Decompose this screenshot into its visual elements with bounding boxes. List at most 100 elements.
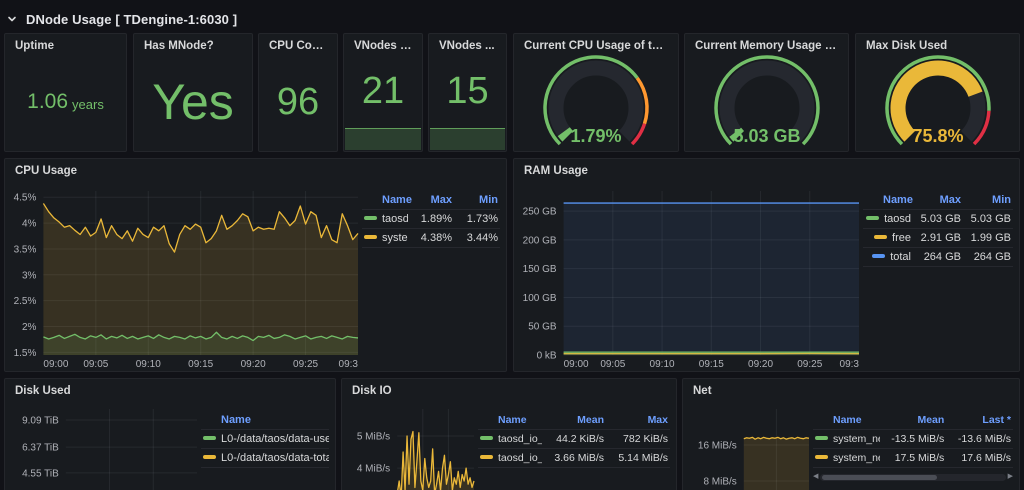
legend-row: total264 GB264 GB — [863, 248, 1013, 267]
legend-series-name[interactable]: taosd — [884, 213, 911, 225]
dashboard-row-header[interactable]: DNode Usage [ TDengine-1:6030 ] — [6, 8, 237, 30]
legend-column-header[interactable]: Max — [408, 191, 454, 210]
cpu-usage-plot[interactable]: 4.5%4%3.5%3%2.5%2%1.5%09:0009:0509:1009:… — [11, 185, 362, 371]
gauge-value-text: 1.79% — [570, 126, 621, 146]
y-axis-tick-label: 150 GB — [523, 264, 557, 275]
x-axis-tick-label: 09:20 — [748, 359, 773, 370]
row-title: DNode Usage [ TDengine-1:6030 ] — [26, 12, 237, 27]
y-axis-tick-label: 6.37 TiB — [22, 443, 59, 454]
panel-title[interactable]: Disk Used — [5, 379, 335, 403]
legend-column-header[interactable]: Mean — [542, 411, 606, 430]
legend-series-name[interactable]: free — [892, 232, 911, 244]
y-axis-tick-label: 0 kB — [537, 351, 557, 362]
legend-series-name[interactable]: system_net_out — [833, 452, 880, 464]
stat-unit: years — [72, 91, 104, 112]
legend-value: -13.5 MiB/s — [880, 430, 947, 449]
legend-series-name[interactable]: taosd — [382, 213, 408, 225]
panel-title[interactable]: Disk IO — [342, 379, 676, 403]
legend-column-header[interactable]: Mean — [880, 411, 947, 430]
x-axis-tick-label: 09:15 — [188, 359, 213, 370]
legend-value: 5.03 GB — [913, 210, 963, 229]
legend-value: 264 GB — [913, 248, 963, 267]
legend-column-header[interactable]: Name — [863, 191, 913, 210]
legend-column-header[interactable]: Last * — [946, 411, 1013, 430]
legend-row: taosd_io_read44.2 KiB/s782 KiB/s — [478, 430, 670, 449]
panel-title[interactable]: CPU Usage — [5, 159, 506, 183]
legend-column-header[interactable]: Min — [454, 191, 500, 210]
legend-value: 2.91 GB — [913, 229, 963, 248]
legend-value: 3.44% — [454, 229, 500, 248]
series-color-swatch — [866, 216, 879, 220]
legend-column-header[interactable]: Max — [913, 191, 963, 210]
legend-series-name[interactable]: L0-/data/taos/data-total — [221, 452, 329, 464]
panel-title[interactable]: RAM Usage — [514, 159, 1019, 183]
panel-net-chart: Net 16 MiB/s8 MiB/s0 B/s NameMeanLast * s… — [682, 378, 1020, 490]
panel-current-cpu-usage: Current CPU Usage of taosd 1.79% — [513, 33, 679, 152]
legend-row: system_net_out17.5 MiB/s17.6 MiB/s — [813, 449, 1013, 468]
chevron-down-icon[interactable] — [6, 13, 18, 25]
legend-column-header[interactable]: Name — [201, 411, 329, 430]
scrollbar-track[interactable] — [820, 474, 1005, 481]
legend-series-name[interactable]: taosd_io_read — [498, 433, 542, 445]
x-axis-tick-label: 09:05 — [83, 359, 108, 370]
scroll-left-arrow[interactable]: ◀ — [813, 473, 818, 481]
legend-series-name[interactable]: taosd_io_write — [498, 452, 542, 464]
ram-usage-plot[interactable]: 250 GB200 GB150 GB100 GB50 GB0 kB09:0009… — [520, 185, 863, 371]
y-axis-tick-label: 4% — [22, 219, 37, 230]
x-axis-tick-label: 09:20 — [241, 359, 266, 370]
stat-sparkline — [345, 128, 421, 150]
disk-used-gauge: 75.8% — [863, 50, 1013, 153]
disk-io-plot[interactable]: 5 MiB/s4 MiB/s3 MiB/s — [348, 405, 478, 490]
gauge-value-text: 5.03 GB — [733, 126, 800, 146]
scrollbar-thumb[interactable] — [822, 475, 937, 480]
series-fill-system_net_out — [744, 437, 809, 490]
legend-series-name[interactable]: system — [382, 232, 408, 244]
y-axis-tick-label: 4 MiB/s — [357, 464, 390, 475]
y-axis-tick-label: 9.09 TiB — [22, 416, 59, 427]
legend-series-name[interactable]: L0-/data/taos/data-used — [221, 433, 329, 445]
legend-column-header[interactable]: Name — [362, 191, 408, 210]
legend-value: 44.2 KiB/s — [542, 430, 606, 449]
legend-column-header[interactable]: Name — [813, 411, 880, 430]
y-axis-tick-label: 250 GB — [523, 207, 557, 218]
legend-row: L0-/data/taos/data-total — [201, 449, 329, 468]
legend-row: system4.38%3.44% — [362, 229, 500, 248]
legend-column-header[interactable]: Name — [478, 411, 542, 430]
stat-value: 1.06 — [27, 91, 68, 112]
legend-value: 782 KiB/s — [606, 430, 670, 449]
legend-row: free2.91 GB1.99 GB — [863, 229, 1013, 248]
panel-has-mnode: Has MNode? Yes — [133, 33, 253, 152]
series-color-swatch — [203, 436, 216, 440]
y-axis-tick-label: 4.55 TiB — [22, 468, 59, 479]
y-axis-tick-label: 2% — [22, 322, 37, 333]
series-color-swatch — [815, 436, 828, 440]
legend-value: 5.03 GB — [963, 210, 1013, 229]
series-color-swatch — [203, 455, 216, 459]
x-axis-tick-label: 09:10 — [650, 359, 675, 370]
legend-value: -13.6 MiB/s — [946, 430, 1013, 449]
legend-value: 1.73% — [454, 210, 500, 229]
panel-title[interactable]: Net — [683, 379, 1019, 403]
gauge-value-arc — [564, 131, 568, 136]
ram-usage-legend: NameMaxMintaosd5.03 GB5.03 GBfree2.91 GB… — [863, 185, 1013, 371]
legend-column-header[interactable]: Max — [606, 411, 670, 430]
y-axis-tick-label: 1.5% — [14, 348, 37, 359]
x-axis-tick-label: 09:3 — [339, 359, 359, 370]
series-color-swatch — [874, 235, 887, 239]
net-legend: NameMeanLast * system_net_in-13.5 MiB/s-1… — [813, 405, 1013, 490]
legend-value: 1.99 GB — [963, 229, 1013, 248]
panel-current-memory-usage: Current Memory Usage of ta... 5.03 GB — [684, 33, 849, 152]
net-plot[interactable]: 16 MiB/s8 MiB/s0 B/s — [689, 405, 813, 490]
y-axis-tick-label: 16 MiB/s — [698, 441, 737, 452]
legend-series-name[interactable]: system_net_in — [833, 433, 880, 445]
disk-used-plot[interactable]: 9.09 TiB6.37 TiB4.55 TiB2.73 TiB — [11, 405, 201, 490]
legend-scrollbar[interactable]: ◀▶ — [813, 473, 1013, 481]
scroll-right-arrow[interactable]: ▶ — [1008, 473, 1013, 481]
x-axis-tick-label: 09:00 — [564, 359, 589, 370]
gauge-value-text: 75.8% — [912, 126, 963, 146]
legend-column-header[interactable]: Min — [963, 191, 1013, 210]
legend-series-name[interactable]: total — [890, 251, 911, 263]
stat-sparkline — [430, 128, 505, 150]
legend-value: 17.6 MiB/s — [946, 449, 1013, 468]
stat-value: Yes — [152, 77, 234, 127]
